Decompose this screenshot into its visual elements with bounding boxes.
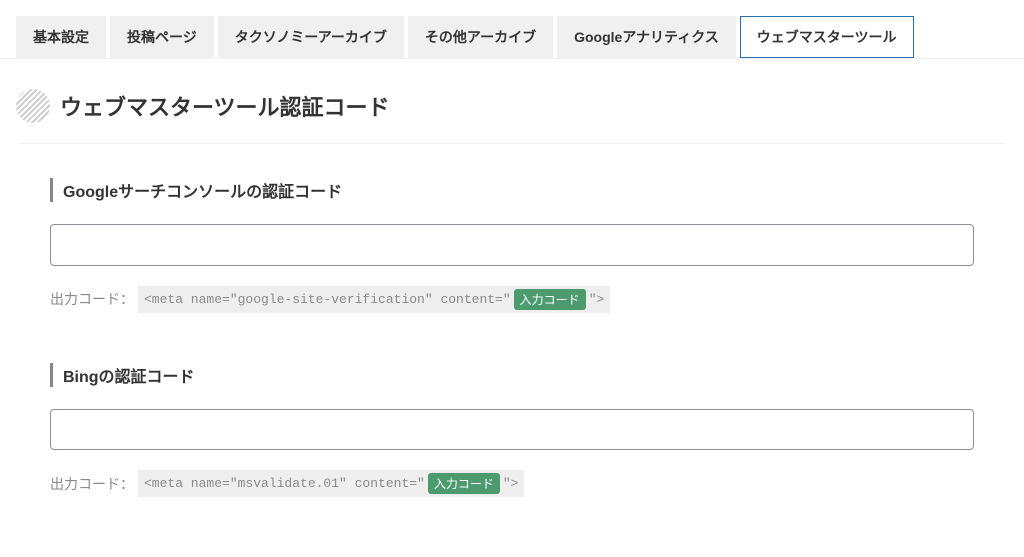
bing-code-pre: <meta name="msvalidate.01" content=" bbox=[144, 476, 425, 491]
bing-code-post: "> bbox=[503, 476, 519, 491]
google-output-label: 出力コード： bbox=[50, 289, 134, 309]
google-output-line: 出力コード： <meta name="google-site-verificat… bbox=[50, 286, 974, 313]
google-code-post: "> bbox=[589, 292, 605, 307]
tab-other-archive[interactable]: その他アーカイブ bbox=[408, 16, 553, 58]
tab-post-page[interactable]: 投稿ページ bbox=[110, 16, 214, 58]
bing-output-line: 出力コード： <meta name="msvalidate.01" conten… bbox=[50, 470, 974, 497]
hatch-circle-icon bbox=[16, 89, 50, 123]
tab-taxonomy-archive[interactable]: タクソノミーアーカイブ bbox=[218, 16, 404, 58]
page-title: ウェブマスターツール認証コード bbox=[60, 90, 390, 122]
bing-output-code: <meta name="msvalidate.01" content=" 入力コ… bbox=[138, 470, 524, 497]
settings-panel: Googleサーチコンソールの認証コード 出力コード： <meta name="… bbox=[20, 143, 1004, 537]
google-code-badge: 入力コード bbox=[514, 289, 586, 310]
section-header: ウェブマスターツール認証コード bbox=[0, 59, 1024, 143]
bing-output-label: 出力コード： bbox=[50, 474, 134, 494]
bing-code-input[interactable] bbox=[50, 409, 974, 451]
tab-bar: 基本設定 投稿ページ タクソノミーアーカイブ その他アーカイブ Googleアナ… bbox=[0, 0, 1024, 59]
tab-google-analytics[interactable]: Googleアナリティクス bbox=[557, 16, 736, 58]
google-code-pre: <meta name="google-site-verification" co… bbox=[144, 292, 511, 307]
google-output-code: <meta name="google-site-verification" co… bbox=[138, 286, 610, 313]
bing-code-badge: 入力コード bbox=[428, 473, 500, 494]
bing-heading: Bingの認証コード bbox=[50, 363, 974, 387]
tab-basic-settings[interactable]: 基本設定 bbox=[16, 16, 106, 58]
google-heading: Googleサーチコンソールの認証コード bbox=[50, 178, 974, 202]
google-code-input[interactable] bbox=[50, 224, 974, 266]
tab-webmaster-tools[interactable]: ウェブマスターツール bbox=[740, 16, 914, 58]
